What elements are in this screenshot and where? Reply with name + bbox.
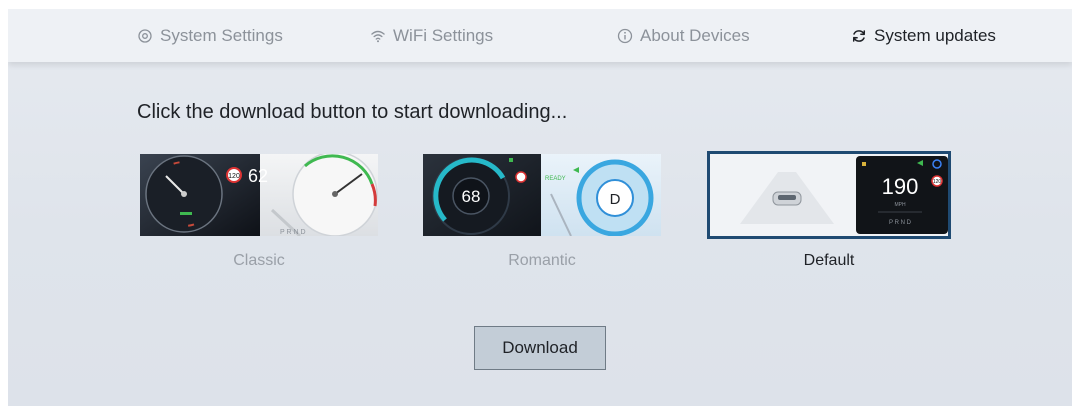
romantic-ready-status: READY [545, 176, 566, 182]
romantic-gear: D [610, 191, 621, 208]
classic-speed-limit: 120 [228, 173, 240, 180]
theme-label-default: Default [803, 252, 855, 269]
default-unit: MPH [894, 202, 906, 208]
car-icon [772, 191, 802, 206]
tab-label: About Devices [640, 25, 750, 45]
tab-label: System Settings [160, 25, 283, 45]
theme-card-default[interactable]: 190 120 MPH P R N D [707, 151, 951, 239]
tab-label: WiFi Settings [393, 25, 494, 45]
refresh-icon [851, 28, 867, 44]
classic-preview-image: 120 62 P R N D [140, 154, 378, 236]
classic-gears: P R N D [280, 229, 306, 236]
instruction-text: Click the download button to start downl… [137, 101, 568, 123]
theme-label-romantic: Romantic [508, 252, 576, 269]
info-icon [617, 28, 633, 44]
top-nav-bar: System Settings WiFi Settings About Devi… [8, 9, 1072, 62]
wifi-icon [370, 28, 386, 44]
download-button[interactable]: Download [474, 326, 606, 370]
romantic-speed: 68 [462, 187, 481, 206]
theme-label-classic: Classic [233, 252, 285, 269]
theme-card-classic[interactable]: 120 62 P R N D [140, 154, 378, 236]
gear-icon [137, 28, 153, 44]
romantic-preview-image: 68 READY D [423, 154, 661, 236]
main-panel: System Settings WiFi Settings About Devi… [8, 9, 1072, 406]
theme-card-romantic[interactable]: 68 READY D [423, 154, 661, 236]
tab-label: System updates [874, 25, 996, 45]
default-speed: 190 [882, 174, 919, 199]
default-speed-limit: 120 [933, 179, 942, 185]
classic-speed: 62 [248, 166, 268, 186]
default-gears: P R N D [889, 220, 912, 226]
default-preview-image: 190 120 MPH P R N D [710, 154, 948, 236]
tab-system-settings[interactable]: System Settings [137, 9, 283, 62]
tab-system-updates[interactable]: System updates [851, 9, 996, 62]
tab-wifi-settings[interactable]: WiFi Settings [370, 9, 493, 62]
tab-about-devices[interactable]: About Devices [617, 9, 750, 62]
